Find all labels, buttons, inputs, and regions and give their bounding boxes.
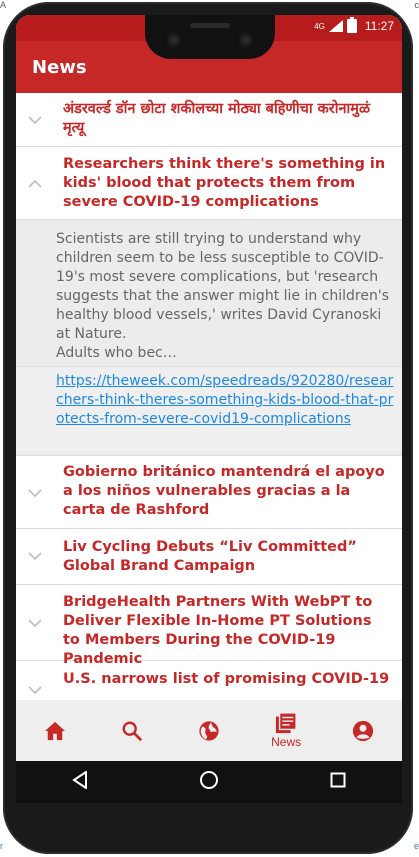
nav-home[interactable] [25,706,85,756]
chevron-up-icon[interactable] [28,179,42,189]
news-item-expanded[interactable]: Researchers think there's something in k… [16,147,402,220]
background-fragment-top-right: c [414,0,419,10]
network-type-label: 4G [314,21,325,31]
article-link-container: https://theweek.com/speedreads/920280/re… [16,366,402,451]
nav-search[interactable] [102,706,162,756]
news-item[interactable]: अंडरवर्ल्ड डॉन छोटा शकीलच्या मोठ्या बहिण… [16,93,402,147]
background-fragment-top-left: A [0,0,7,10]
home-icon[interactable] [44,721,66,741]
news-item[interactable]: Liv Cycling Debuts “Liv Committed” Globa… [16,529,402,585]
speaker-grille [190,23,230,28]
news-item-summary: Scientists are still trying to understan… [56,231,389,361]
camera-notch [145,15,275,59]
system-home-button[interactable] [189,762,229,802]
account-icon[interactable] [352,720,374,742]
system-navigation-bar [16,761,402,803]
news-item-title[interactable]: BridgeHealth Partners With WebPT to Deli… [63,593,392,669]
search-icon[interactable] [121,720,143,742]
news-item-title[interactable]: अंडरवर्ल्ड डॉन छोटा शकीलच्या मोठ्या बहिण… [63,100,392,138]
news-item[interactable]: BridgeHealth Partners With WebPT to Deli… [16,585,402,667]
news-item[interactable]: Gobierno británico mantendrá el apoyo a … [16,456,402,529]
news-item-title[interactable]: U.S. narrows list of promising COVID-19 [63,670,392,689]
chevron-down-icon[interactable] [28,618,42,628]
phone-frame: 4G 11:27 News अंडरवर्ल्ड डॉन छोटा शकीलच्… [3,2,413,854]
chevron-down-icon[interactable] [28,488,42,498]
article-link[interactable]: https://theweek.com/speedreads/920280/re… [56,372,396,429]
nav-account[interactable] [333,706,393,756]
status-time: 11:27 [364,19,394,33]
app-title: News [32,57,87,78]
news-item-title[interactable]: Gobierno británico mantendrá el apoyo a … [63,463,392,520]
recents-icon[interactable] [330,772,346,793]
chevron-down-icon[interactable] [28,115,42,125]
front-camera-icon [167,33,181,47]
system-recents-button[interactable] [318,762,358,802]
system-back-button[interactable] [60,762,100,802]
status-icons: 4G 11:27 [314,17,394,33]
news-item[interactable]: U.S. narrows list of promising COVID-19 [16,661,402,700]
nav-globe[interactable] [179,706,239,756]
news-list[interactable]: अंडरवर्ल्ड डॉन छोटा शकीलच्या मोठ्या बहिण… [16,93,402,700]
chevron-down-icon[interactable] [28,551,42,561]
background-fragment-bottom-right: e [413,841,419,851]
battery-icon [346,17,357,33]
front-sensor-icon [239,33,253,47]
news-icon[interactable] [275,712,297,734]
bottom-navigation: News [16,700,402,761]
nav-news-label: News [271,735,302,749]
globe-icon[interactable] [198,720,220,742]
background-fragment-bottom-left: r [0,841,3,851]
nav-news[interactable]: News [256,706,316,756]
news-item-title[interactable]: Liv Cycling Debuts “Liv Committed” Globa… [63,538,392,576]
news-item-details: Scientists are still trying to understan… [16,220,402,456]
news-item-title[interactable]: Researchers think there's something in k… [63,155,392,212]
back-icon[interactable] [72,769,88,794]
home-circle-icon[interactable] [199,770,219,795]
screen: 4G 11:27 News अंडरवर्ल्ड डॉन छोटा शकीलच्… [16,15,402,761]
signal-icon [328,20,343,32]
chevron-down-icon[interactable] [28,685,42,695]
